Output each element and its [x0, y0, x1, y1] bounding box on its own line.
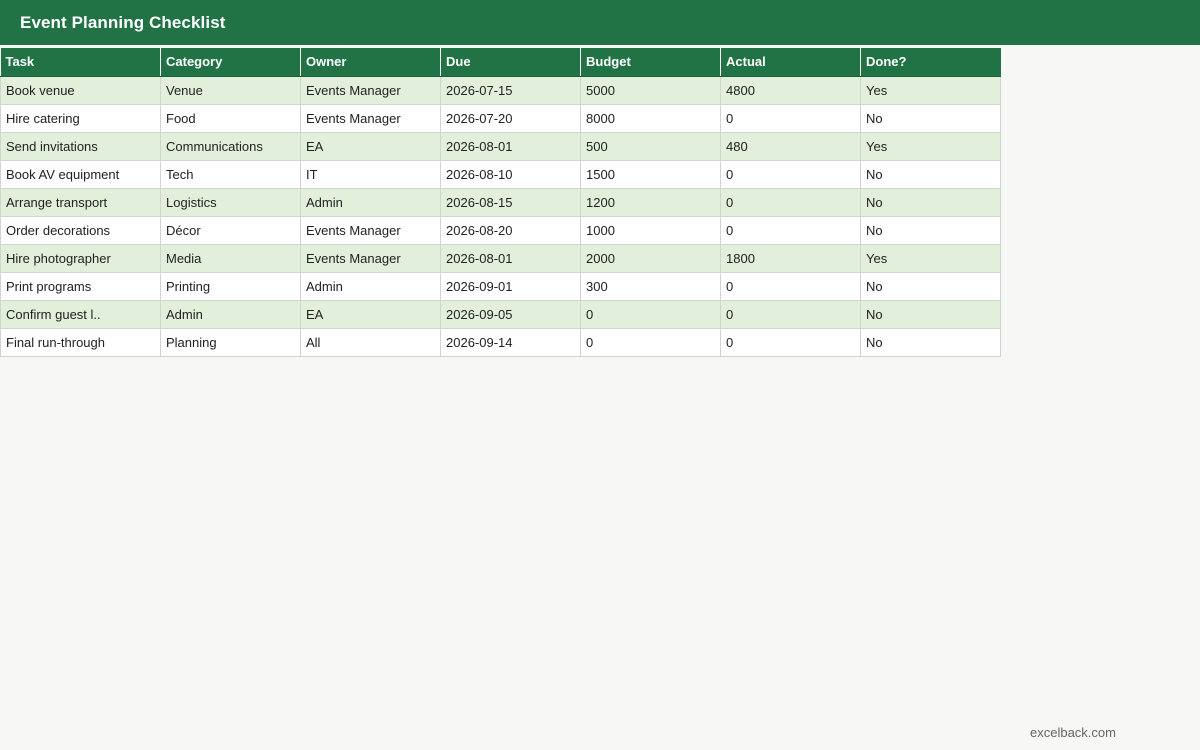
- cell-category[interactable]: Media: [160, 243, 301, 273]
- cell-task[interactable]: Arrange transport: [0, 187, 161, 217]
- cell-actual[interactable]: 480: [720, 131, 861, 161]
- cell-owner[interactable]: Events Manager: [300, 103, 441, 133]
- cell-done[interactable]: No: [860, 187, 1001, 217]
- cell-category[interactable]: Admin: [160, 299, 301, 329]
- cell-actual[interactable]: 4800: [720, 75, 861, 105]
- cell-actual[interactable]: 0: [720, 103, 861, 133]
- table-row: Hire photographer Media Events Manager 2…: [0, 243, 1001, 273]
- cell-task[interactable]: Confirm guest l..: [0, 299, 161, 329]
- table-row: Hire catering Food Events Manager 2026-0…: [0, 103, 1001, 133]
- cell-due[interactable]: 2026-09-14: [440, 327, 581, 357]
- cell-done[interactable]: No: [860, 159, 1001, 189]
- cell-task[interactable]: Send invitations: [0, 131, 161, 161]
- column-header-budget[interactable]: Budget: [580, 48, 721, 77]
- cell-due[interactable]: 2026-08-01: [440, 131, 581, 161]
- cell-owner[interactable]: Admin: [300, 187, 441, 217]
- column-header-done[interactable]: Done?: [860, 48, 1001, 77]
- cell-task[interactable]: Hire photographer: [0, 243, 161, 273]
- cell-done[interactable]: No: [860, 299, 1001, 329]
- cell-actual[interactable]: 0: [720, 187, 861, 217]
- table-row: Arrange transport Logistics Admin 2026-0…: [0, 187, 1001, 217]
- cell-category[interactable]: Venue: [160, 75, 301, 105]
- cell-done[interactable]: No: [860, 215, 1001, 245]
- cell-actual[interactable]: 0: [720, 271, 861, 301]
- column-header-category[interactable]: Category: [160, 48, 301, 77]
- cell-done[interactable]: Yes: [860, 131, 1001, 161]
- cell-task[interactable]: Hire catering: [0, 103, 161, 133]
- cell-task[interactable]: Book AV equipment: [0, 159, 161, 189]
- cell-budget[interactable]: 1500: [580, 159, 721, 189]
- cell-due[interactable]: 2026-08-20: [440, 215, 581, 245]
- table-row: Print programs Printing Admin 2026-09-01…: [0, 271, 1001, 301]
- cell-budget[interactable]: 500: [580, 131, 721, 161]
- table-row: Order decorations Décor Events Manager 2…: [0, 215, 1001, 245]
- table-row: Confirm guest l.. Admin EA 2026-09-05 0 …: [0, 299, 1001, 329]
- cell-budget[interactable]: 8000: [580, 103, 721, 133]
- cell-category[interactable]: Planning: [160, 327, 301, 357]
- table-row: Book AV equipment Tech IT 2026-08-10 150…: [0, 159, 1001, 189]
- column-header-owner[interactable]: Owner: [300, 48, 441, 77]
- column-header-actual[interactable]: Actual: [720, 48, 861, 77]
- cell-budget[interactable]: 1000: [580, 215, 721, 245]
- cell-actual[interactable]: 0: [720, 299, 861, 329]
- column-header-due[interactable]: Due: [440, 48, 581, 77]
- table-row: Book venue Venue Events Manager 2026-07-…: [0, 75, 1001, 105]
- cell-done[interactable]: No: [860, 103, 1001, 133]
- cell-due[interactable]: 2026-09-01: [440, 271, 581, 301]
- footer-credit: excelback.com: [1030, 725, 1116, 740]
- cell-owner[interactable]: Events Manager: [300, 215, 441, 245]
- checklist-table: Task Category Owner Due Budget Actual Do…: [0, 48, 1001, 357]
- cell-done[interactable]: No: [860, 327, 1001, 357]
- cell-done[interactable]: Yes: [860, 243, 1001, 273]
- cell-owner[interactable]: All: [300, 327, 441, 357]
- cell-actual[interactable]: 0: [720, 215, 861, 245]
- cell-due[interactable]: 2026-07-15: [440, 75, 581, 105]
- cell-owner[interactable]: Events Manager: [300, 75, 441, 105]
- cell-budget[interactable]: 0: [580, 327, 721, 357]
- cell-task[interactable]: Book venue: [0, 75, 161, 105]
- table-row: Final run-through Planning All 2026-09-1…: [0, 327, 1001, 357]
- table-row: Send invitations Communications EA 2026-…: [0, 131, 1001, 161]
- spreadsheet-page: Event Planning Checklist Task Category O…: [0, 0, 1200, 750]
- cell-done[interactable]: No: [860, 271, 1001, 301]
- cell-category[interactable]: Logistics: [160, 187, 301, 217]
- cell-category[interactable]: Printing: [160, 271, 301, 301]
- page-title: Event Planning Checklist: [0, 0, 1200, 45]
- cell-task[interactable]: Print programs: [0, 271, 161, 301]
- cell-owner[interactable]: Events Manager: [300, 243, 441, 273]
- header-row: Task Category Owner Due Budget Actual Do…: [0, 48, 1001, 77]
- cell-owner[interactable]: IT: [300, 159, 441, 189]
- cell-actual[interactable]: 0: [720, 327, 861, 357]
- cell-budget[interactable]: 300: [580, 271, 721, 301]
- cell-category[interactable]: Décor: [160, 215, 301, 245]
- cell-task[interactable]: Order decorations: [0, 215, 161, 245]
- cell-actual[interactable]: 1800: [720, 243, 861, 273]
- cell-budget[interactable]: 1200: [580, 187, 721, 217]
- cell-due[interactable]: 2026-08-01: [440, 243, 581, 273]
- cell-owner[interactable]: EA: [300, 299, 441, 329]
- cell-due[interactable]: 2026-07-20: [440, 103, 581, 133]
- cell-due[interactable]: 2026-09-05: [440, 299, 581, 329]
- cell-owner[interactable]: EA: [300, 131, 441, 161]
- cell-budget[interactable]: 5000: [580, 75, 721, 105]
- cell-category[interactable]: Tech: [160, 159, 301, 189]
- cell-actual[interactable]: 0: [720, 159, 861, 189]
- cell-category[interactable]: Food: [160, 103, 301, 133]
- cell-budget[interactable]: 2000: [580, 243, 721, 273]
- cell-due[interactable]: 2026-08-15: [440, 187, 581, 217]
- cell-category[interactable]: Communications: [160, 131, 301, 161]
- column-header-task[interactable]: Task: [0, 48, 161, 77]
- cell-due[interactable]: 2026-08-10: [440, 159, 581, 189]
- cell-owner[interactable]: Admin: [300, 271, 441, 301]
- cell-task[interactable]: Final run-through: [0, 327, 161, 357]
- cell-done[interactable]: Yes: [860, 75, 1001, 105]
- cell-budget[interactable]: 0: [580, 299, 721, 329]
